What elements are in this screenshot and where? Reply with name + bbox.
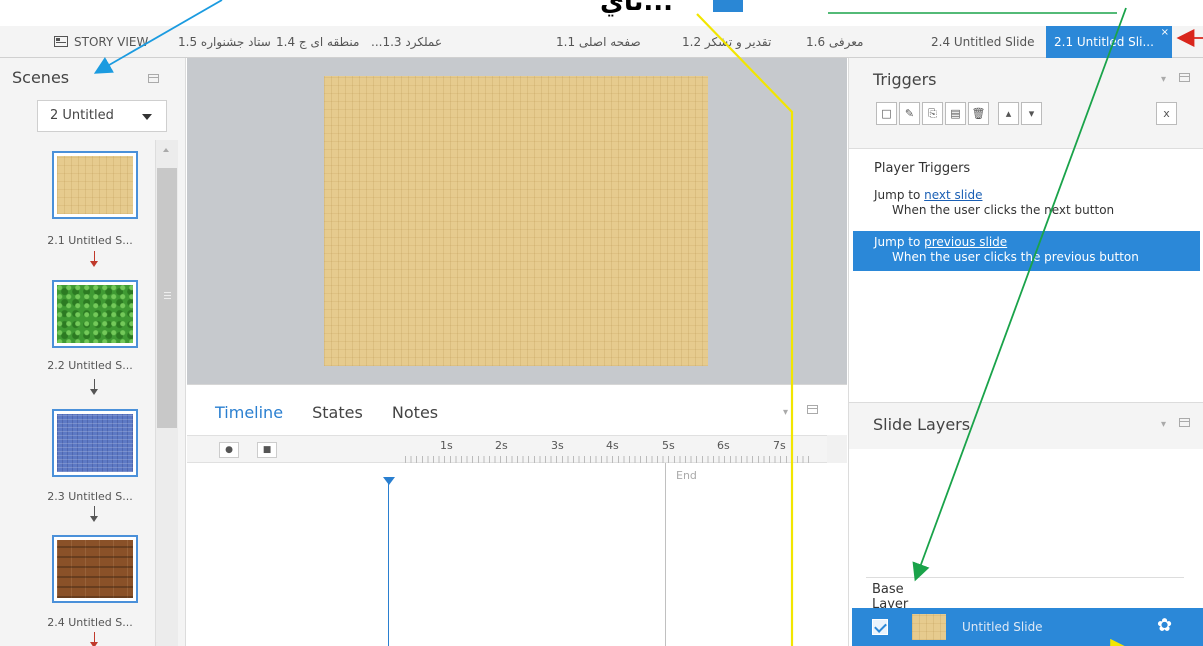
move-up-icon[interactable]: ▴ <box>998 102 1019 125</box>
scene-thumb-2-2[interactable] <box>52 280 138 348</box>
player-triggers-heading: Player Triggers <box>874 161 971 176</box>
tab-slide-1-3[interactable]: ...عملکرد 1.3 <box>371 26 442 58</box>
panel-menu-icon[interactable]: ▾ <box>1161 419 1166 430</box>
caption-text: ئاي... <box>600 0 673 17</box>
layer-name[interactable]: Untitled Slide <box>962 620 1043 634</box>
tab-active-label: 2.1 Untitled Sli... <box>1054 35 1154 49</box>
grip-icon <box>164 292 171 293</box>
thumb-label: 2.2 Untitled S... <box>47 359 133 372</box>
gear-icon[interactable]: ✿ <box>1157 615 1172 636</box>
end-label: End <box>676 469 697 482</box>
tab-slide-2-1-active[interactable]: 2.1 Untitled Sli... × <box>1046 26 1172 58</box>
scenes-title: Scenes <box>12 68 70 87</box>
tab-states[interactable]: States <box>312 403 363 422</box>
paste-trigger-icon[interactable]: ▤ <box>945 102 966 125</box>
divider <box>866 577 1184 578</box>
delete-trigger-icon[interactable]: 🗑 <box>968 102 989 125</box>
caption-highlight <box>713 0 743 12</box>
timeline-tabs: Timeline States Notes <box>215 403 462 422</box>
scenes-scrollbar[interactable] <box>155 140 178 646</box>
layer-visible-checkbox[interactable] <box>872 619 888 635</box>
tick-label: 2s <box>495 439 508 452</box>
thumb-image <box>57 156 133 214</box>
timeline-scroll-up[interactable] <box>827 435 847 463</box>
new-trigger-icon[interactable]: □ <box>876 102 897 125</box>
branch-arrow-icon <box>90 632 98 646</box>
tick-label: 4s <box>606 439 619 452</box>
copy-trigger-icon[interactable]: ⎘ <box>922 102 943 125</box>
slide-tab-bar: STORY VIEW ستاد جشنواره 1.5 منطقه ای ج 1… <box>0 26 1203 58</box>
tick-label: 3s <box>551 439 564 452</box>
trigger-target-link[interactable]: previous slide <box>924 235 1007 249</box>
tab-slide-1-6[interactable]: معرفی 1.6 <box>806 26 863 58</box>
tab-slide-1-4[interactable]: منطقه ای ج 1.4 <box>276 26 359 58</box>
branch-arrow-icon <box>90 251 98 267</box>
pin-panel-icon[interactable] <box>1179 418 1190 427</box>
end-marker[interactable] <box>665 463 666 646</box>
tab-story-view[interactable]: STORY VIEW <box>54 26 148 58</box>
slide-stage <box>187 58 847 384</box>
trigger-item[interactable]: Jump to next slide When the user clicks … <box>853 188 1200 222</box>
slide-layers-title: Slide Layers <box>873 415 971 434</box>
tab-slide-2-4[interactable]: 2.4 Untitled Slide <box>931 26 1034 58</box>
tab-notes[interactable]: Notes <box>392 403 438 422</box>
thumb-image <box>57 414 133 472</box>
lock-icon[interactable]: ■ <box>257 442 277 458</box>
timeline-panel: Timeline States Notes ▾ ● ■ 1s 2s 3s 4s … <box>187 384 847 646</box>
pin-panel-icon[interactable] <box>1179 73 1190 82</box>
tab-slide-1-2[interactable]: تقدیر و تشکر 1.2 <box>682 26 771 58</box>
thumb-label: 2.3 Untitled S... <box>47 490 133 503</box>
ruler-ticks <box>405 456 813 463</box>
edit-trigger-icon[interactable]: ✎ <box>899 102 920 125</box>
tick-label: 7s <box>773 439 786 452</box>
chevron-down-icon <box>142 114 152 120</box>
timeline-ruler[interactable]: ● ■ 1s 2s 3s 4s 5s 6s 7s <box>187 435 847 463</box>
variables-icon[interactable]: x <box>1156 102 1177 125</box>
tab-story-view-label: STORY VIEW <box>74 35 149 49</box>
thumb-image <box>57 540 133 598</box>
trigger-target-link[interactable]: next slide <box>924 188 982 202</box>
branch-arrow-icon <box>90 506 98 522</box>
thumb-label: 2.1 Untitled S... <box>47 234 133 247</box>
tab-timeline[interactable]: Timeline <box>215 403 283 422</box>
slide-canvas[interactable] <box>324 76 708 366</box>
panel-menu-icon[interactable]: ▾ <box>1161 74 1166 85</box>
move-down-icon[interactable]: ▾ <box>1021 102 1042 125</box>
base-layer-row[interactable]: Untitled Slide ✿ <box>852 608 1203 646</box>
tab-slide-1-5[interactable]: ستاد جشنواره 1.5 <box>178 26 271 58</box>
close-tab-icon[interactable]: × <box>1161 17 1169 49</box>
scene-thumb-2-3[interactable] <box>52 409 138 477</box>
scene-dropdown[interactable]: 2 Untitled <box>37 100 167 132</box>
caption-strip: ئاي... <box>0 0 1203 26</box>
tick-label: 6s <box>717 439 730 452</box>
trigger-list: Player Triggers Jump to next slide When … <box>849 148 1203 402</box>
playhead-handle[interactable] <box>383 477 395 485</box>
pin-panel-icon[interactable] <box>148 74 159 83</box>
pin-panel-icon[interactable] <box>807 405 818 414</box>
triggers-title: Triggers <box>873 70 937 89</box>
triggers-panel: Triggers ▾ □ ✎ ⎘ ▤ 🗑 ▴ ▾ x Player Trigge… <box>848 58 1203 402</box>
story-view-icon <box>54 36 68 47</box>
scene-thumb-2-1[interactable] <box>52 151 138 219</box>
scrollbar-thumb[interactable] <box>157 168 177 428</box>
scene-thumb-2-4[interactable] <box>52 535 138 603</box>
trigger-action: Jump to <box>874 235 925 249</box>
tick-label: 1s <box>440 439 453 452</box>
scroll-up-icon[interactable] <box>163 148 169 152</box>
layer-thumbnail <box>912 614 946 640</box>
playhead-line[interactable] <box>388 479 389 646</box>
scenes-panel: Scenes 2 Untitled 2.1 Untitled S... 2.2 … <box>0 58 186 646</box>
trigger-action: Jump to <box>874 188 925 202</box>
eye-icon[interactable]: ● <box>219 442 239 458</box>
tick-label: 5s <box>662 439 675 452</box>
tab-slide-1-1[interactable]: صفحه اصلی 1.1 <box>556 26 641 58</box>
trigger-condition: When the user clicks the next button <box>892 203 1115 217</box>
scene-dropdown-value: 2 Untitled <box>50 108 114 123</box>
thumb-label: 2.4 Untitled S... <box>47 616 133 629</box>
trigger-item-selected[interactable]: Jump to previous slide When the user cli… <box>853 231 1200 271</box>
thumb-image <box>57 285 133 343</box>
branch-arrow-icon <box>90 379 98 395</box>
trigger-condition: When the user clicks the previous button <box>892 250 1139 264</box>
panel-menu-icon[interactable]: ▾ <box>783 407 788 418</box>
